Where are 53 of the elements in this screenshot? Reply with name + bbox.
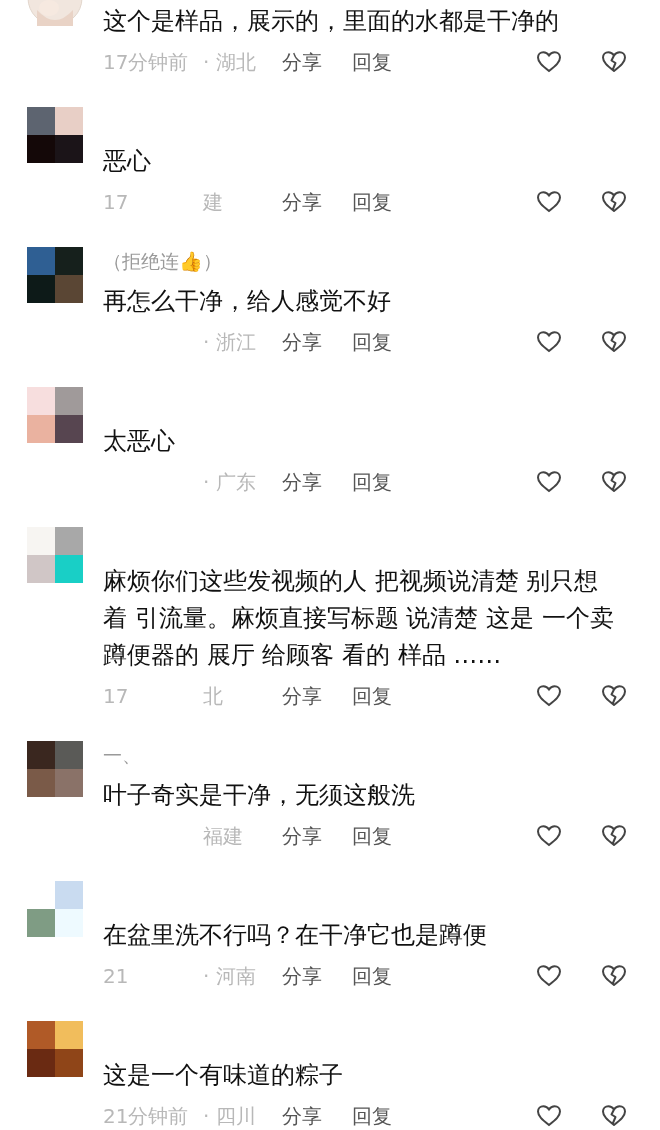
share-button[interactable]: 分享	[282, 822, 322, 850]
like-icon[interactable]	[536, 684, 562, 708]
broken-heart-icon[interactable]	[601, 1104, 627, 1128]
like-icon[interactable]	[536, 470, 562, 494]
broken-heart-icon[interactable]	[601, 684, 627, 708]
location: · 河南	[203, 962, 256, 990]
like-icon[interactable]	[536, 824, 562, 848]
share-button[interactable]: 分享	[282, 682, 322, 710]
share-button[interactable]: 分享	[282, 188, 322, 216]
like-icon[interactable]	[536, 1104, 562, 1128]
reply-button[interactable]: 回复	[352, 682, 392, 710]
timestamp: 21分钟前	[103, 1102, 189, 1130]
reply-button[interactable]: 回复	[352, 1102, 392, 1130]
comment-text: 太恶心	[103, 426, 176, 457]
location: 建	[203, 188, 223, 216]
comment-text: 这是一个有味道的粽子	[103, 1060, 344, 1091]
location: 北	[203, 682, 223, 710]
timestamp: 17	[103, 684, 129, 708]
broken-heart-icon[interactable]	[601, 470, 627, 494]
comment-text: 再怎么干净，给人感觉不好	[103, 286, 392, 317]
comment-text: 恶心	[103, 146, 152, 177]
share-button[interactable]: 分享	[282, 962, 322, 990]
reply-button[interactable]: 回复	[352, 822, 392, 850]
broken-heart-icon[interactable]	[601, 190, 627, 214]
reply-button[interactable]: 回复	[352, 48, 392, 76]
location: 福建	[203, 822, 243, 850]
location: · 湖北	[203, 48, 256, 76]
comment-text: 在盆里洗不行吗？在干净它也是蹲便	[103, 920, 488, 951]
broken-heart-icon[interactable]	[601, 330, 627, 354]
location: · 浙江	[203, 328, 256, 356]
reply-button[interactable]: 回复	[352, 188, 392, 216]
broken-heart-icon[interactable]	[601, 50, 627, 74]
like-icon[interactable]	[536, 190, 562, 214]
timestamp: 17	[103, 190, 129, 214]
reply-button[interactable]: 回复	[352, 468, 392, 496]
reply-button[interactable]: 回复	[352, 962, 392, 990]
like-icon[interactable]	[536, 964, 562, 988]
share-button[interactable]: 分享	[282, 48, 322, 76]
share-button[interactable]: 分享	[282, 468, 322, 496]
like-icon[interactable]	[536, 50, 562, 74]
comment-text: 叶子奇实是干净，无须这般洗	[103, 780, 416, 811]
comment-text: 这个是样品，展示的，里面的水都是干净的	[103, 6, 560, 37]
like-icon[interactable]	[536, 330, 562, 354]
broken-heart-icon[interactable]	[601, 964, 627, 988]
broken-heart-icon[interactable]	[601, 824, 627, 848]
comment-text: 麻烦你们这些发视频的人 把视频说清楚 别只想 着 引流量。麻烦直接写标题 说清楚 这是 一个卖 蹲便器的 展厅 给顾客 看的 样品 ……	[103, 566, 615, 671]
timestamp: 17分钟前	[103, 48, 189, 76]
timestamp: 21	[103, 964, 129, 988]
location: · 广东	[203, 468, 256, 496]
share-button[interactable]: 分享	[282, 328, 322, 356]
location: · 四川	[203, 1102, 256, 1130]
share-button[interactable]: 分享	[282, 1102, 322, 1130]
reply-button[interactable]: 回复	[352, 328, 392, 356]
